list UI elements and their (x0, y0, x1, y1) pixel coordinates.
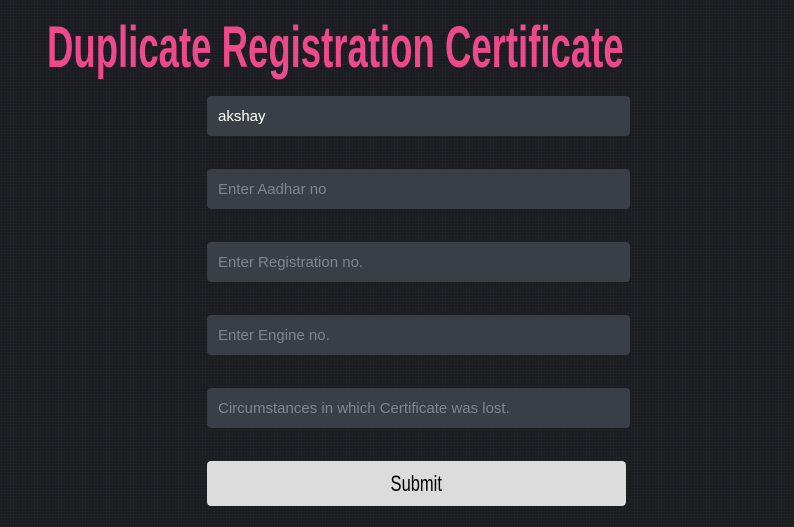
aadhar-input[interactable] (207, 169, 630, 209)
submit-button[interactable]: Submit (207, 461, 626, 506)
submit-label: Submit (390, 470, 443, 496)
engine-number-input[interactable] (207, 315, 630, 355)
page-title: Duplicate Registration Certificate (47, 14, 766, 80)
name-input[interactable] (207, 96, 630, 136)
circumstances-input[interactable] (207, 388, 630, 428)
page-title-text: Duplicate Registration Certificate (47, 15, 624, 80)
registration-number-input[interactable] (207, 242, 630, 282)
